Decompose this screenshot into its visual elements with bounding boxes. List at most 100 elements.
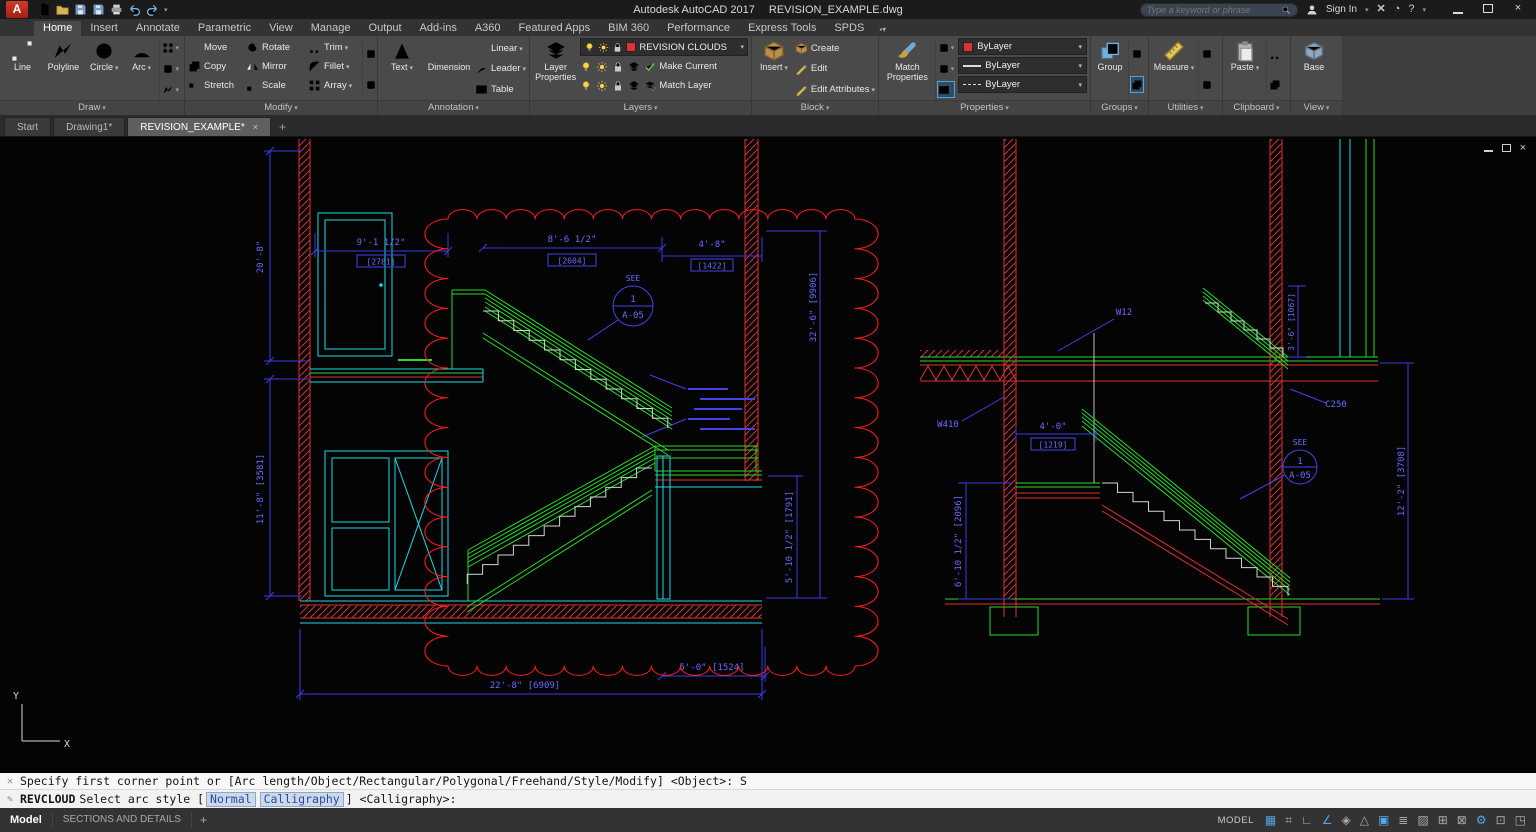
minimize-button[interactable] (1453, 5, 1463, 14)
table-button[interactable]: Table (475, 81, 526, 98)
layer-off-icon[interactable] (580, 61, 592, 73)
draw-extra-button-1[interactable]: ▾ (162, 41, 179, 56)
match-properties-button[interactable]: Match Properties (882, 38, 933, 100)
drawing-close-icon[interactable]: × (1520, 143, 1526, 153)
layer-unisolate-icon[interactable] (596, 80, 608, 92)
stay-connected-icon[interactable]: ◔ (1394, 0, 1401, 19)
leader-button[interactable]: Leader (475, 60, 526, 77)
selection-cycling-icon[interactable]: ⊞ (1438, 809, 1448, 831)
panel-title-clipboard[interactable]: Clipboard (1223, 100, 1290, 115)
move-button[interactable]: Move (188, 39, 246, 56)
line-button[interactable]: Line (3, 38, 42, 100)
sign-in-button[interactable]: Sign In (1326, 4, 1357, 15)
close-tab-icon[interactable]: × (253, 122, 258, 132)
command-prompt-row[interactable]: ✎ REVCLOUD Select arc style [ Normal Cal… (0, 790, 1536, 808)
save-as-icon[interactable] (92, 3, 105, 16)
drawing-minimize-icon[interactable] (1484, 144, 1493, 152)
tab-featured-apps[interactable]: Featured Apps (510, 21, 600, 36)
stretch-button[interactable]: Stretch (188, 77, 246, 94)
model-tab[interactable]: Model (0, 814, 52, 826)
new-tab-button[interactable]: + (273, 120, 292, 136)
file-tab-revision-example[interactable]: REVISION_EXAMPLE*× (127, 117, 271, 136)
option-calligraphy[interactable]: Calligraphy (260, 792, 344, 807)
base-button[interactable]: Base (1294, 38, 1334, 100)
tab-spds[interactable]: SPDS (825, 21, 873, 36)
drawing-canvas[interactable]: 20'-8" 11'-8" [3581] 9'-1 1/2" [2781] 8'… (0, 137, 1536, 774)
fillet-button[interactable]: Fillet (308, 58, 360, 75)
ortho-icon[interactable]: ∟ (1301, 809, 1313, 831)
list-button[interactable] (938, 82, 955, 97)
new-layout-button[interactable]: + (192, 813, 215, 827)
panel-title-groups[interactable]: Groups (1091, 100, 1148, 115)
group-button[interactable]: Group (1094, 38, 1126, 100)
create-block-button[interactable]: Create (795, 40, 875, 57)
search-input[interactable] (1147, 5, 1281, 15)
tab-performance[interactable]: Performance (658, 21, 739, 36)
layer-unlock-icon[interactable] (628, 61, 640, 73)
tab-insert[interactable]: Insert (81, 21, 127, 36)
help-icon[interactable]: ? (1408, 0, 1414, 19)
file-tab-start[interactable]: Start (4, 117, 51, 136)
insert-button[interactable]: Insert (755, 38, 793, 100)
panel-title-view[interactable]: View (1291, 100, 1342, 115)
tab-manage[interactable]: Manage (302, 21, 360, 36)
panel-title-layers[interactable]: Layers (530, 100, 751, 115)
scale-button[interactable]: Scale (246, 77, 308, 94)
autocad-app-menu-icon[interactable]: A (6, 1, 28, 18)
properties-extra-button-2[interactable]: ▾ (938, 61, 955, 76)
lineweight-dropdown[interactable]: ByLayer▾ (958, 57, 1087, 74)
measure-button[interactable]: Measure (1152, 38, 1196, 100)
edit-attributes-button[interactable]: Edit Attributes (795, 81, 875, 98)
tab-bim360[interactable]: BIM 360 (599, 21, 658, 36)
polar-tracking-icon[interactable]: ∠ (1322, 809, 1333, 831)
tab-output[interactable]: Output (360, 21, 411, 36)
qat-dropdown-icon[interactable]: ▾ (164, 6, 168, 14)
layer-freeze-icon[interactable] (612, 61, 624, 73)
isometric-drafting-icon[interactable]: ◈ (1341, 809, 1350, 831)
tab-addins[interactable]: Add-ins (411, 21, 466, 36)
plot-icon[interactable] (110, 3, 123, 16)
clean-screen-icon[interactable]: ◳ (1515, 809, 1526, 831)
save-icon[interactable] (74, 3, 87, 16)
layer-walk-icon[interactable] (628, 80, 640, 92)
properties-extra-button-1[interactable]: ▾ (938, 41, 955, 56)
draw-extra-button-3[interactable]: ▾ (162, 82, 179, 97)
copy-button[interactable]: Copy (188, 58, 246, 75)
make-current-button[interactable]: Make Current (644, 58, 717, 75)
new-file-icon[interactable] (38, 3, 51, 16)
object-snap-tracking-icon[interactable]: △ (1360, 809, 1369, 831)
layer-lock-icon[interactable] (612, 42, 623, 53)
model-space-indicator[interactable]: MODEL (1218, 815, 1254, 826)
close-button[interactable]: × (1504, 1, 1532, 18)
tab-express-tools[interactable]: Express Tools (739, 21, 825, 36)
panel-title-properties[interactable]: Properties (879, 100, 1090, 115)
option-normal[interactable]: Normal (206, 792, 256, 807)
file-tab-drawing1[interactable]: Drawing1* (53, 117, 125, 136)
layout-tab-sections-and-details[interactable]: SECTIONS AND DETAILS (52, 812, 192, 828)
panel-title-draw[interactable]: Draw (0, 100, 184, 115)
command-close-icon[interactable]: ✕ (0, 776, 20, 787)
snap-icon[interactable]: ⌗ (1285, 809, 1292, 831)
layer-dropdown[interactable]: REVISION CLOUDS ▾ (580, 38, 748, 56)
match-layer-button[interactable]: Match Layer (644, 77, 711, 94)
object-snap-icon[interactable]: ▣ (1378, 809, 1389, 831)
help-dropdown-icon[interactable]: ▾ (1422, 6, 1426, 14)
layer-on-bulb-icon[interactable] (584, 42, 595, 53)
quick-select-button[interactable] (1201, 77, 1213, 92)
group-selection-toggle[interactable] (1131, 77, 1143, 92)
layer-lock-fade-icon[interactable] (612, 80, 624, 92)
draw-extra-button-2[interactable]: ▾ (162, 61, 179, 76)
layer-thaw-sun-icon[interactable] (598, 42, 609, 53)
dimension-button[interactable]: Dimension (425, 38, 473, 100)
tab-a360[interactable]: A360 (466, 21, 510, 36)
mirror-button[interactable]: Mirror (246, 58, 308, 75)
grid-icon[interactable]: ▦ (1265, 809, 1276, 831)
text-button[interactable]: Text (381, 38, 423, 100)
undo-icon[interactable] (128, 3, 141, 16)
linear-button[interactable]: Linear (475, 40, 526, 57)
panel-title-utilities[interactable]: Utilities (1149, 100, 1222, 115)
exchange-apps-icon[interactable]: ✕ (1376, 0, 1385, 19)
arc-button[interactable]: Arc (126, 38, 158, 100)
panel-title-annotation[interactable]: Annotation (378, 100, 529, 115)
layer-color-swatch[interactable] (626, 42, 636, 52)
